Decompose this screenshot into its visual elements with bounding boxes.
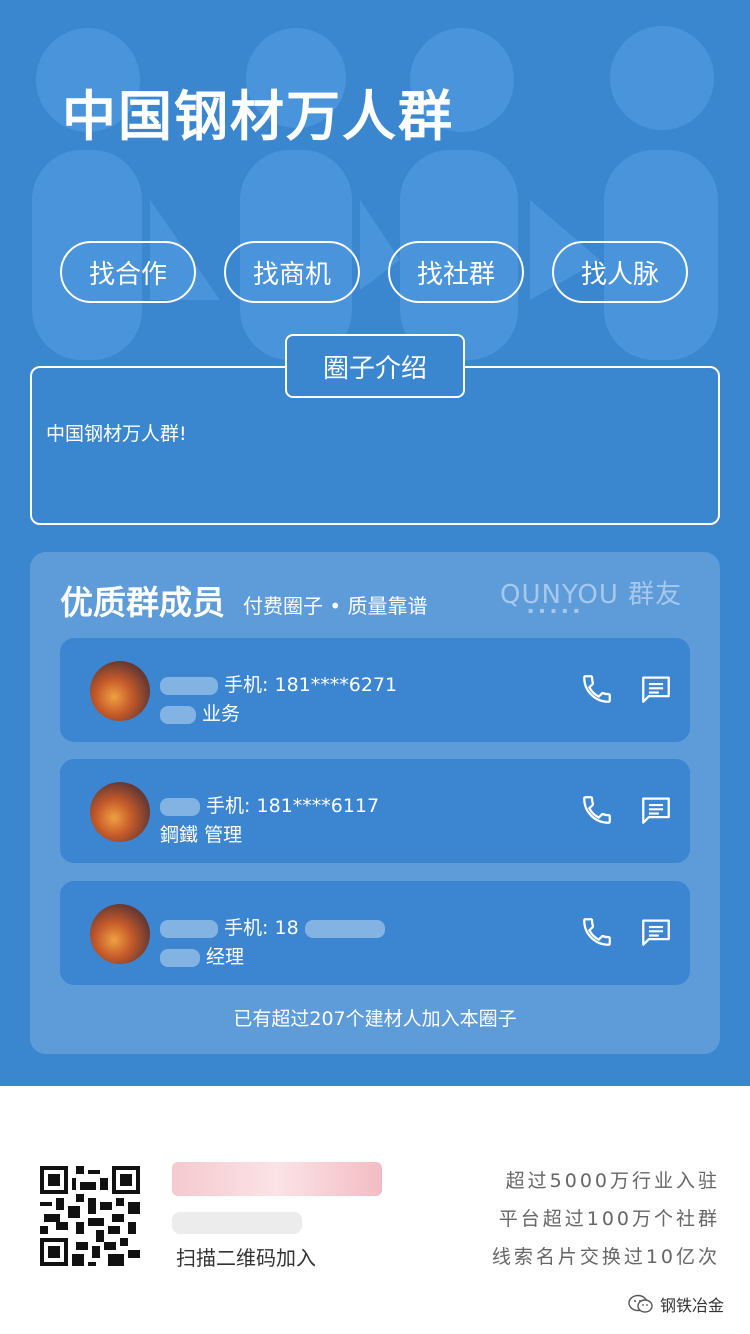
member-card[interactable]: 手机: 181****6117 鋼鐵 管理 xyxy=(60,759,690,863)
member-role-line: 鋼鐵 管理 xyxy=(160,820,242,847)
join-count-text: 已有超过207个建材人加入本圈子 xyxy=(233,1008,517,1030)
member-phone-line: 手机: 181****6117 xyxy=(160,791,379,818)
phone-icon[interactable] xyxy=(580,793,614,827)
member-phone-line: 手机: 181****6271 xyxy=(160,670,397,697)
blurred-group-id xyxy=(172,1212,302,1234)
phone-icon[interactable] xyxy=(580,915,614,949)
members-title: 优质群成员 xyxy=(60,583,225,622)
message-icon[interactable] xyxy=(638,672,674,706)
member-role: 经理 xyxy=(206,946,245,968)
member-phone-line: 手机: 18 xyxy=(160,913,385,940)
message-icon[interactable] xyxy=(638,793,674,827)
phone-icon[interactable] xyxy=(580,672,614,706)
account-watermark: 钢铁冶金 xyxy=(628,1292,724,1316)
brand-tagline-blur: ▪▪▪▪▪ xyxy=(528,606,586,615)
blurred-name xyxy=(160,797,200,816)
find-contacts-button[interactable]: 找人脉 xyxy=(552,241,688,303)
blurred-name xyxy=(160,919,218,938)
member-phone: 手机: 18 xyxy=(224,917,299,939)
members-subtitle: 付费圈子 • 质量靠谱 xyxy=(243,594,428,618)
stat-line: 超过5000万行业入驻 xyxy=(505,1170,720,1192)
member-card[interactable]: 手机: 18 经理 xyxy=(60,881,690,985)
watermark-text: 钢铁冶金 xyxy=(659,1296,724,1315)
find-opportunity-button[interactable]: 找商机 xyxy=(224,241,360,303)
intro-text: 中国钢材万人群! xyxy=(46,423,187,445)
avatar[interactable] xyxy=(90,904,150,964)
message-icon[interactable] xyxy=(638,915,674,949)
avatar[interactable] xyxy=(90,661,150,721)
member-card[interactable]: 手机: 181****6271 业务 xyxy=(60,638,690,742)
blurred-name xyxy=(160,676,218,695)
intro-tab-label: 圈子介绍 xyxy=(285,334,465,398)
wechat-icon xyxy=(628,1294,653,1313)
qr-code-icon[interactable] xyxy=(40,1166,140,1266)
stat-line: 平台超过100万个社群 xyxy=(498,1208,720,1230)
header-banner: 中国钢材万人群 找合作 找商机 找社群 找人脉 圈子介绍 中国钢材万人群! 优质… xyxy=(0,0,750,1086)
blurred-phone-suffix xyxy=(304,919,385,938)
people-background-illustration xyxy=(32,26,718,360)
blurred-group-name xyxy=(172,1162,382,1196)
member-company: 鋼鐵 xyxy=(160,824,199,846)
scan-qr-text: 扫描二维码加入 xyxy=(176,1246,316,1270)
member-role-line: 经理 xyxy=(160,942,244,969)
member-phone: 手机: 181****6117 xyxy=(206,795,380,817)
member-phone: 手机: 181****6271 xyxy=(224,674,398,696)
avatar[interactable] xyxy=(90,782,150,842)
blurred-company xyxy=(160,948,200,967)
page-title: 中国钢材万人群 xyxy=(62,85,454,148)
member-role: 业务 xyxy=(202,703,241,725)
find-cooperation-button[interactable]: 找合作 xyxy=(60,241,196,303)
stat-line: 线索名片交换过10亿次 xyxy=(491,1246,720,1268)
blurred-company xyxy=(160,705,196,724)
find-community-button[interactable]: 找社群 xyxy=(388,241,524,303)
member-role-line: 业务 xyxy=(160,699,240,726)
member-role: 管理 xyxy=(204,824,243,846)
